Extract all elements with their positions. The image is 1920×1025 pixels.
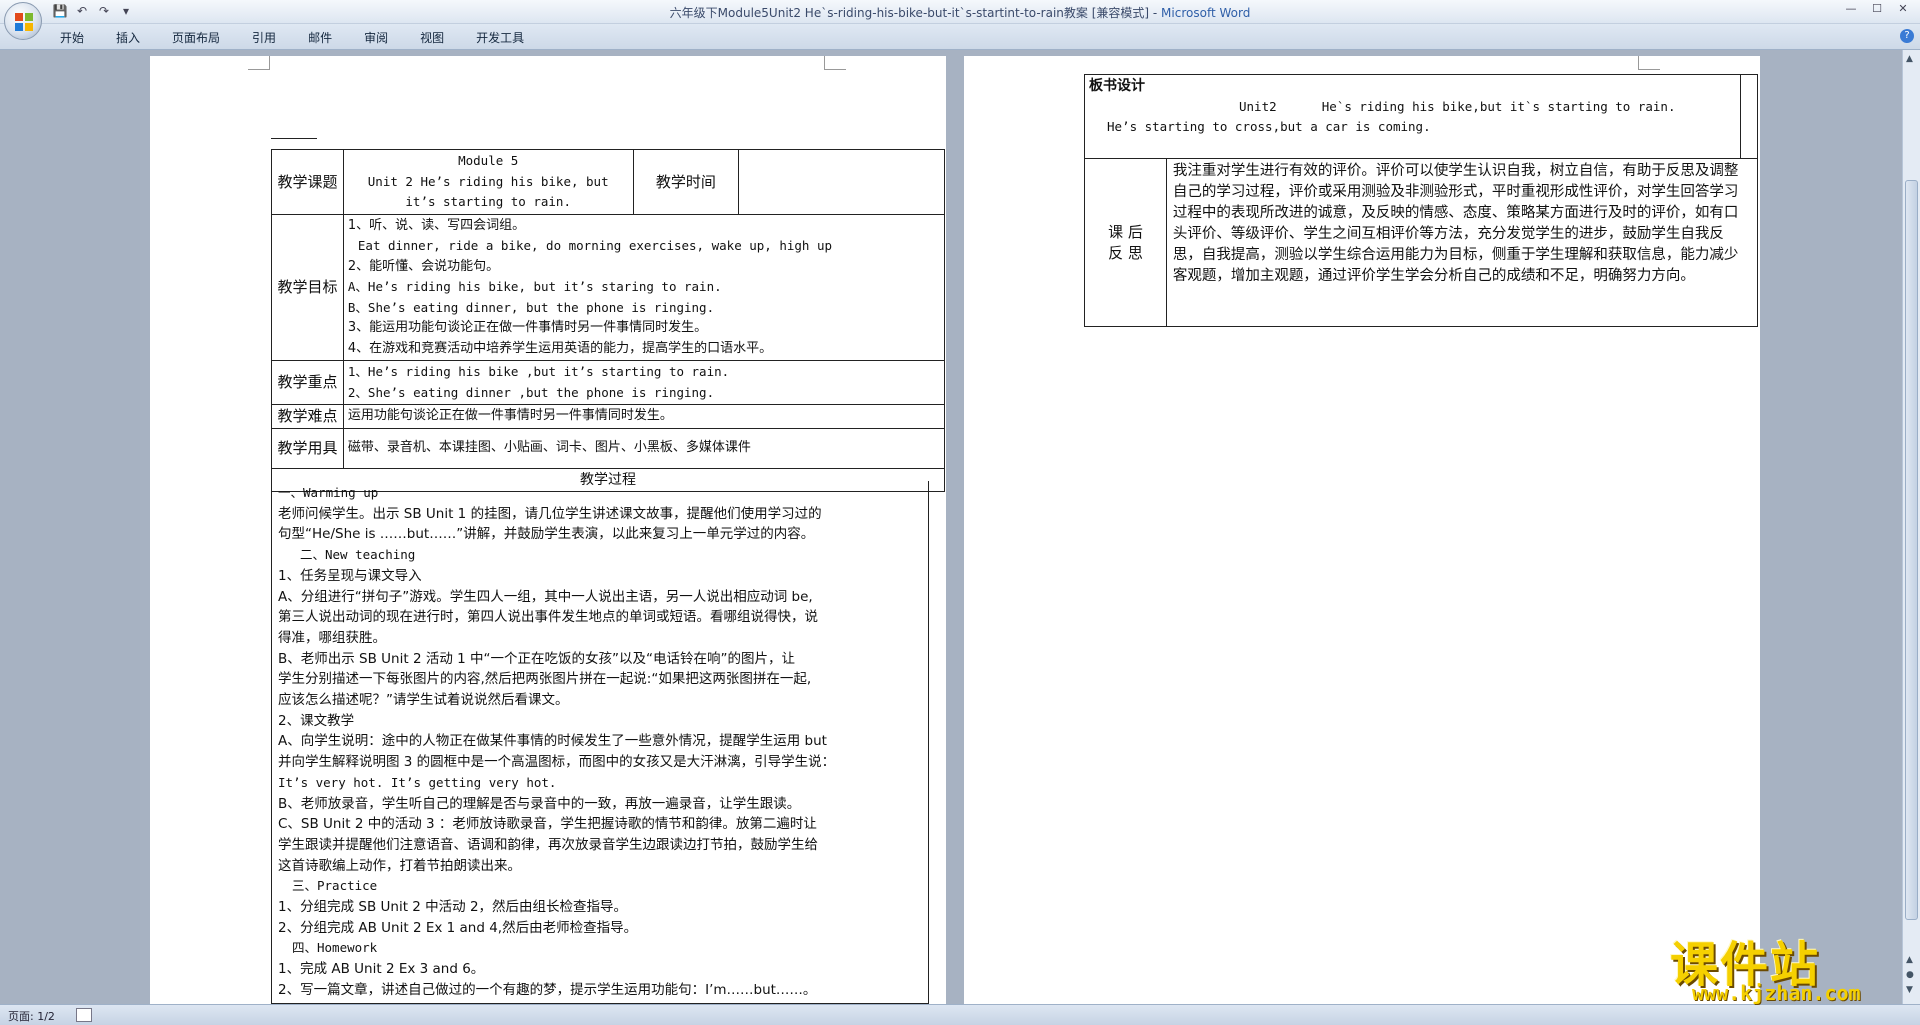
office-logo-icon — [15, 13, 33, 31]
tab-review[interactable]: 审阅 — [364, 29, 388, 46]
title-bar: 💾 ↶ ↷ ▾ 六年级下Module5Unit2 He`s-riding-his… — [0, 0, 1920, 24]
underline-blank — [271, 138, 317, 139]
tab-view[interactable]: 视图 — [420, 29, 444, 46]
reflection-cell[interactable]: 我注重对学生进行有效的评价。评价可以使学生认识自我，树立自信，有助于反思及调整自… — [1165, 158, 1759, 327]
keys-cell[interactable]: 1、He’s riding his bike ,but it’s startin… — [342, 360, 946, 405]
tab-home[interactable]: 开始 — [60, 29, 84, 46]
board-table: 板书设计 Unit2 He`s riding his bike,but it`s… — [1083, 74, 1759, 327]
previous-page-icon[interactable]: ▲ — [1906, 955, 1913, 965]
watermark-url: www.kjzhan.com — [1692, 981, 1861, 1005]
process-content[interactable]: 一、Warming up 老师问候学生。出示 SB Unit 1 的挂图，请几位… — [271, 481, 929, 1004]
tools-cell[interactable]: 磁带、录音机、本课挂图、小贴画、词卡、图片、小黑板、多媒体课件 — [342, 427, 946, 469]
scroll-up-icon[interactable]: ▲ — [1906, 54, 1913, 64]
tab-developer[interactable]: 开发工具 — [476, 29, 524, 46]
page-1[interactable]: 教学课题 Module 5 Unit 2 He’s riding his bik… — [150, 56, 946, 1004]
office-button[interactable] — [4, 2, 42, 40]
time-label: 教学时间 — [632, 149, 740, 215]
vertical-scrollbar[interactable]: ▲ ▲ ● ▼ — [1902, 50, 1920, 1004]
scroll-thumb[interactable] — [1905, 180, 1918, 920]
maximize-icon[interactable]: ☐ — [1864, 0, 1890, 18]
topic-label: 教学课题 — [271, 149, 344, 215]
tab-references[interactable]: 引用 — [252, 29, 276, 46]
board-label: 板书设计 — [1089, 78, 1145, 94]
tab-insert[interactable]: 插入 — [116, 29, 140, 46]
topic-cell[interactable]: Module 5 Unit 2 He’s riding his bike, bu… — [342, 149, 634, 215]
lesson-info-table: 教学课题 Module 5 Unit 2 He’s riding his bik… — [271, 149, 946, 492]
crop-mark — [824, 56, 846, 70]
goal-label: 教学目标 — [271, 213, 344, 361]
key-label: 教学重点 — [271, 360, 344, 405]
ribbon-tabs: 开始 插入 页面布局 引用 邮件 审阅 视图 开发工具 — [60, 29, 556, 46]
tab-mailings[interactable]: 邮件 — [308, 29, 332, 46]
time-cell[interactable] — [738, 149, 945, 215]
goals-cell[interactable]: 1、听、说、读、写四会词组。 Eat dinner, ride a bike, … — [342, 213, 946, 361]
tools-label: 教学用具 — [271, 427, 344, 469]
next-page-icon[interactable]: ▼ — [1906, 985, 1913, 995]
page-indicator[interactable]: 页面: 1/2 — [8, 1008, 55, 1024]
minimize-icon[interactable]: — — [1838, 0, 1864, 18]
close-icon[interactable]: ✕ — [1890, 0, 1916, 18]
ribbon: 开始 插入 页面布局 引用 邮件 审阅 视图 开发工具 ? — [0, 24, 1920, 50]
status-bar: 页面: 1/2 — [0, 1004, 1920, 1025]
browse-object-icon[interactable]: ● — [1906, 970, 1914, 980]
reflection-label: 课 后 反 思 — [1084, 158, 1167, 327]
board-side-cell — [1740, 74, 1758, 159]
document-area[interactable]: 教学课题 Module 5 Unit 2 He’s riding his bik… — [0, 50, 1902, 1004]
crop-mark — [248, 56, 270, 70]
proofing-icon[interactable] — [76, 1008, 92, 1022]
help-icon[interactable]: ? — [1900, 29, 1914, 43]
crop-mark — [1638, 56, 1660, 70]
window-controls: — ☐ ✕ — [1838, 0, 1916, 18]
tab-page-layout[interactable]: 页面布局 — [172, 29, 220, 46]
watermark: 课件站 www.kjzhan.com — [1670, 925, 1900, 1005]
difficulty-cell[interactable]: 运用功能句谈论正在做一件事情时另一件事情同时发生。 — [342, 404, 946, 429]
page-2[interactable]: 板书设计 Unit2 He`s riding his bike,but it`s… — [964, 56, 1760, 1004]
difficulty-label: 教学难点 — [271, 404, 344, 429]
window-title: 六年级下Module5Unit2 He`s-riding-his-bike-bu… — [669, 6, 1251, 20]
board-cell[interactable]: 板书设计 Unit2 He`s riding his bike,but it`s… — [1083, 74, 1742, 159]
